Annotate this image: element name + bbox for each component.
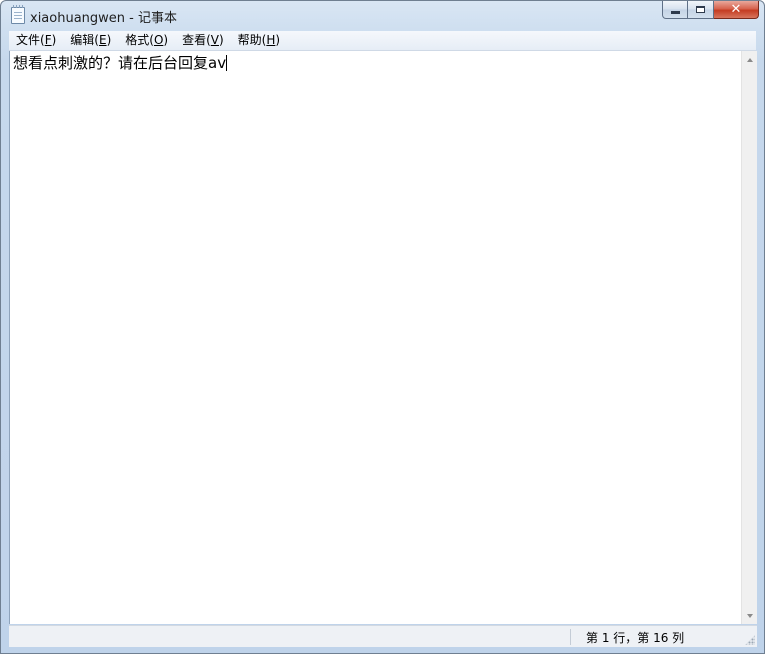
menu-format[interactable]: 格式(O) bbox=[118, 31, 175, 50]
menu-view[interactable]: 查看(V) bbox=[175, 31, 231, 50]
caption-buttons: ✕ bbox=[662, 1, 759, 21]
minimize-button[interactable] bbox=[662, 1, 688, 19]
menu-edit[interactable]: 编辑(E) bbox=[63, 31, 118, 50]
status-divider bbox=[570, 629, 571, 645]
title-bar[interactable]: xiaohuangwen - 记事本 ✕ bbox=[1, 1, 764, 31]
notepad-window: xiaohuangwen - 记事本 ✕ 文件(F) 编辑(E) 格式(O) 查… bbox=[0, 0, 765, 654]
arrow-down-icon bbox=[746, 613, 753, 618]
scroll-up-button[interactable] bbox=[742, 51, 757, 68]
maximize-icon bbox=[696, 6, 705, 13]
text-caret bbox=[226, 55, 228, 71]
menu-bar: 文件(F) 编辑(E) 格式(O) 查看(V) 帮助(H) bbox=[9, 31, 756, 51]
editor-text: 想看点刺激的？请在后台回复av bbox=[13, 54, 227, 72]
notepad-icon[interactable] bbox=[11, 5, 25, 24]
vertical-scrollbar[interactable] bbox=[741, 51, 757, 624]
scroll-track[interactable] bbox=[742, 68, 757, 607]
arrow-up-icon bbox=[746, 57, 753, 62]
text-editor[interactable]: 想看点刺激的？请在后台回复av bbox=[9, 51, 742, 624]
scroll-down-button[interactable] bbox=[742, 607, 757, 624]
menu-file[interactable]: 文件(F) bbox=[9, 31, 63, 50]
status-bar: 第 1 行，第 16 列 bbox=[9, 625, 757, 647]
cursor-position: 第 1 行，第 16 列 bbox=[586, 631, 685, 645]
window-title: xiaohuangwen - 记事本 bbox=[30, 11, 177, 26]
resize-grip-icon[interactable] bbox=[745, 635, 755, 645]
menu-help[interactable]: 帮助(H) bbox=[231, 31, 287, 50]
close-button[interactable]: ✕ bbox=[714, 1, 759, 19]
editor-content[interactable]: 想看点刺激的？请在后台回复av bbox=[13, 54, 228, 72]
minimize-icon bbox=[670, 11, 680, 14]
maximize-button[interactable] bbox=[688, 1, 714, 19]
close-icon: ✕ bbox=[730, 2, 742, 17]
